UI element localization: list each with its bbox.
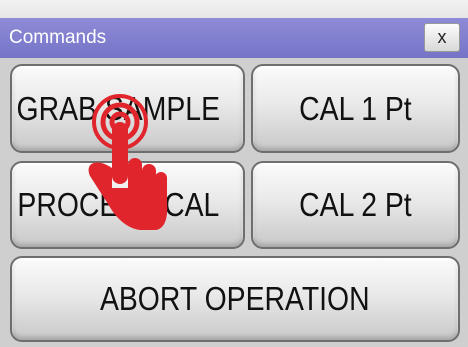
close-button[interactable]: x (424, 23, 460, 52)
background-window-strip (0, 0, 468, 18)
cal-2pt-button[interactable]: CAL 2 Pt (251, 161, 460, 249)
cal-1pt-button[interactable]: CAL 1 Pt (251, 64, 460, 153)
tap-hand-icon (88, 94, 168, 230)
commands-screen: Commands x GRAB SAMPLE CAL 1 Pt PROCESS … (0, 0, 468, 347)
dialog-title-bar: Commands x (0, 18, 468, 58)
dialog-title: Commands (9, 27, 107, 48)
cal-2pt-label: CAL 2 Pt (299, 186, 412, 223)
abort-operation-label: ABORT OPERATION (100, 280, 370, 317)
abort-operation-button[interactable]: ABORT OPERATION (10, 256, 460, 342)
cal-1pt-label: CAL 1 Pt (299, 90, 412, 127)
